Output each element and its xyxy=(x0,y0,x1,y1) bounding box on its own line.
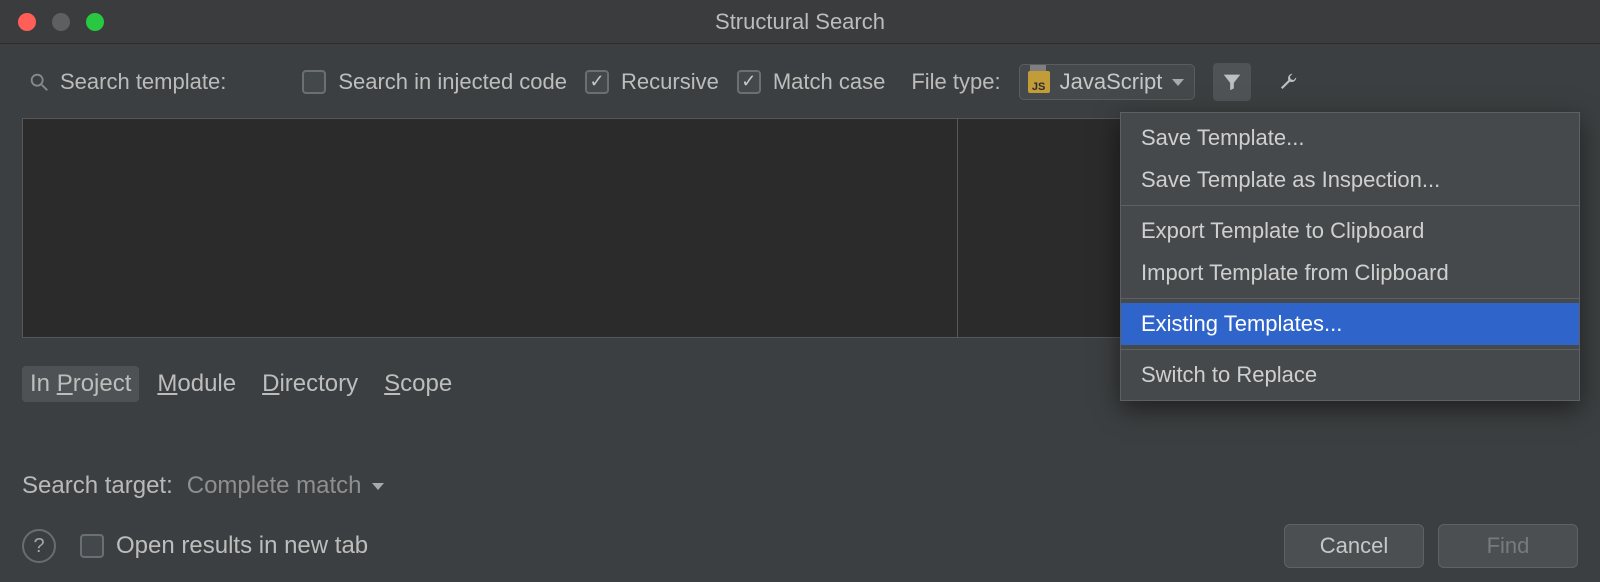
menu-separator xyxy=(1121,298,1579,299)
search-target-value: Complete match xyxy=(187,472,362,500)
search-icon xyxy=(28,71,50,93)
checkbox-box xyxy=(302,70,326,94)
zoom-window-button[interactable] xyxy=(86,13,104,31)
scope-tab-directory[interactable]: Directory xyxy=(254,366,366,402)
cancel-button[interactable]: Cancel xyxy=(1284,524,1424,568)
help-button[interactable]: ? xyxy=(22,529,56,563)
chevron-down-icon xyxy=(1172,79,1184,86)
checkbox-label: Recursive xyxy=(621,69,719,95)
checkbox-box xyxy=(585,70,609,94)
checkbox-label: Open results in new tab xyxy=(116,532,368,560)
menu-item-import-template-from-clipboard[interactable]: Import Template from Clipboard xyxy=(1121,252,1579,294)
filter-toggle-button[interactable] xyxy=(1213,63,1251,101)
tools-menu-button[interactable] xyxy=(1269,63,1307,101)
titlebar: Structural Search xyxy=(0,0,1600,44)
open-in-new-tab-checkbox[interactable]: Open results in new tab xyxy=(80,532,368,560)
search-target-label: Search target: xyxy=(22,472,173,500)
menu-separator xyxy=(1121,349,1579,350)
menu-item-export-template-to-clipboard[interactable]: Export Template to Clipboard xyxy=(1121,210,1579,252)
checkbox-box xyxy=(737,70,761,94)
search-template-label-group: Search template: xyxy=(28,69,226,95)
file-type-value: JavaScript xyxy=(1060,69,1163,95)
checkbox-label: Search in injected code xyxy=(338,69,567,95)
checkbox-label: Match case xyxy=(773,69,886,95)
match-case-checkbox[interactable]: Match case xyxy=(737,69,886,95)
menu-item-existing-templates[interactable]: Existing Templates... xyxy=(1121,303,1579,345)
file-type-label: File type: xyxy=(911,69,1000,95)
search-target-dropdown[interactable]: Complete match xyxy=(187,472,384,500)
scope-tab-module[interactable]: Module xyxy=(149,366,244,402)
find-button[interactable]: Find xyxy=(1438,524,1578,568)
scope-tab-scope[interactable]: Scope xyxy=(376,366,460,402)
close-window-button[interactable] xyxy=(18,13,36,31)
footer: ? Open results in new tab Cancel Find xyxy=(0,524,1600,568)
recursive-checkbox[interactable]: Recursive xyxy=(585,69,719,95)
tools-popup-menu: Save Template...Save Template as Inspect… xyxy=(1120,112,1580,401)
menu-item-save-template[interactable]: Save Template... xyxy=(1121,117,1579,159)
menu-item-save-template-as-inspection[interactable]: Save Template as Inspection... xyxy=(1121,159,1579,201)
template-editor[interactable] xyxy=(23,119,957,337)
search-target-row: Search target: Complete match xyxy=(22,472,1600,500)
window-title: Structural Search xyxy=(715,9,885,35)
options-row: Search template: Search in injected code… xyxy=(0,52,1600,112)
menu-separator xyxy=(1121,205,1579,206)
scope-tab-in-project[interactable]: In Project xyxy=(22,366,139,402)
menu-item-switch-to-replace[interactable]: Switch to Replace xyxy=(1121,354,1579,396)
search-template-label: Search template: xyxy=(60,69,226,95)
search-in-injected-checkbox[interactable]: Search in injected code xyxy=(302,69,567,95)
checkbox-box xyxy=(80,534,104,558)
file-type-dropdown[interactable]: JS JavaScript xyxy=(1019,64,1196,100)
minimize-window-button[interactable] xyxy=(52,13,70,31)
chevron-down-icon xyxy=(372,483,384,490)
javascript-file-icon: JS xyxy=(1028,71,1050,93)
traffic-lights xyxy=(18,13,104,31)
